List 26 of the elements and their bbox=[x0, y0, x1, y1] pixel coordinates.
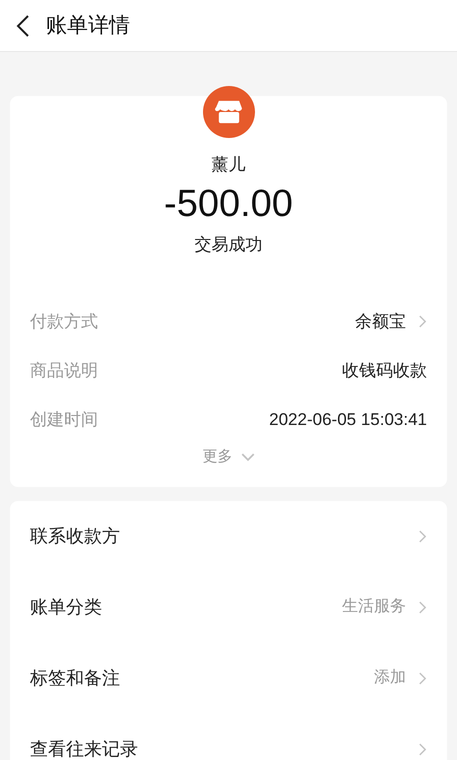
action-label: 查看往来记录 bbox=[30, 738, 138, 760]
action-label: 联系收款方 bbox=[30, 524, 120, 548]
chevron-down-icon bbox=[240, 453, 254, 462]
detail-label: 付款方式 bbox=[30, 310, 98, 333]
chevron-right-icon bbox=[418, 670, 427, 686]
chevron-right-icon bbox=[418, 742, 427, 756]
page-title: 账单详情 bbox=[46, 12, 130, 39]
detail-value: 收钱码收款 bbox=[342, 360, 427, 382]
action-value: 生活服务 bbox=[342, 596, 406, 617]
amount: -500.00 bbox=[164, 182, 293, 226]
status-text: 交易成功 bbox=[194, 234, 262, 256]
action-value: 添加 bbox=[374, 668, 406, 688]
action-row[interactable]: 查看往来记录 bbox=[30, 714, 427, 760]
detail-value: 余额宝 bbox=[355, 310, 406, 333]
detail-label: 商品说明 bbox=[30, 360, 98, 382]
action-row[interactable]: 联系收款方 bbox=[30, 500, 427, 572]
action-label: 标签和备注 bbox=[30, 666, 120, 690]
detail-label: 创建时间 bbox=[30, 408, 98, 431]
action-row[interactable]: 账单分类 生活服务 bbox=[30, 572, 427, 642]
action-row[interactable]: 标签和备注 添加 bbox=[30, 642, 427, 714]
merchant-name: 薰儿 bbox=[212, 154, 246, 176]
action-label: 账单分类 bbox=[30, 596, 102, 618]
back-icon[interactable] bbox=[16, 14, 30, 36]
chevron-right-icon bbox=[418, 528, 427, 544]
detail-value: 2022-06-05 15:03:41 bbox=[269, 408, 427, 431]
chevron-right-icon bbox=[418, 600, 427, 614]
